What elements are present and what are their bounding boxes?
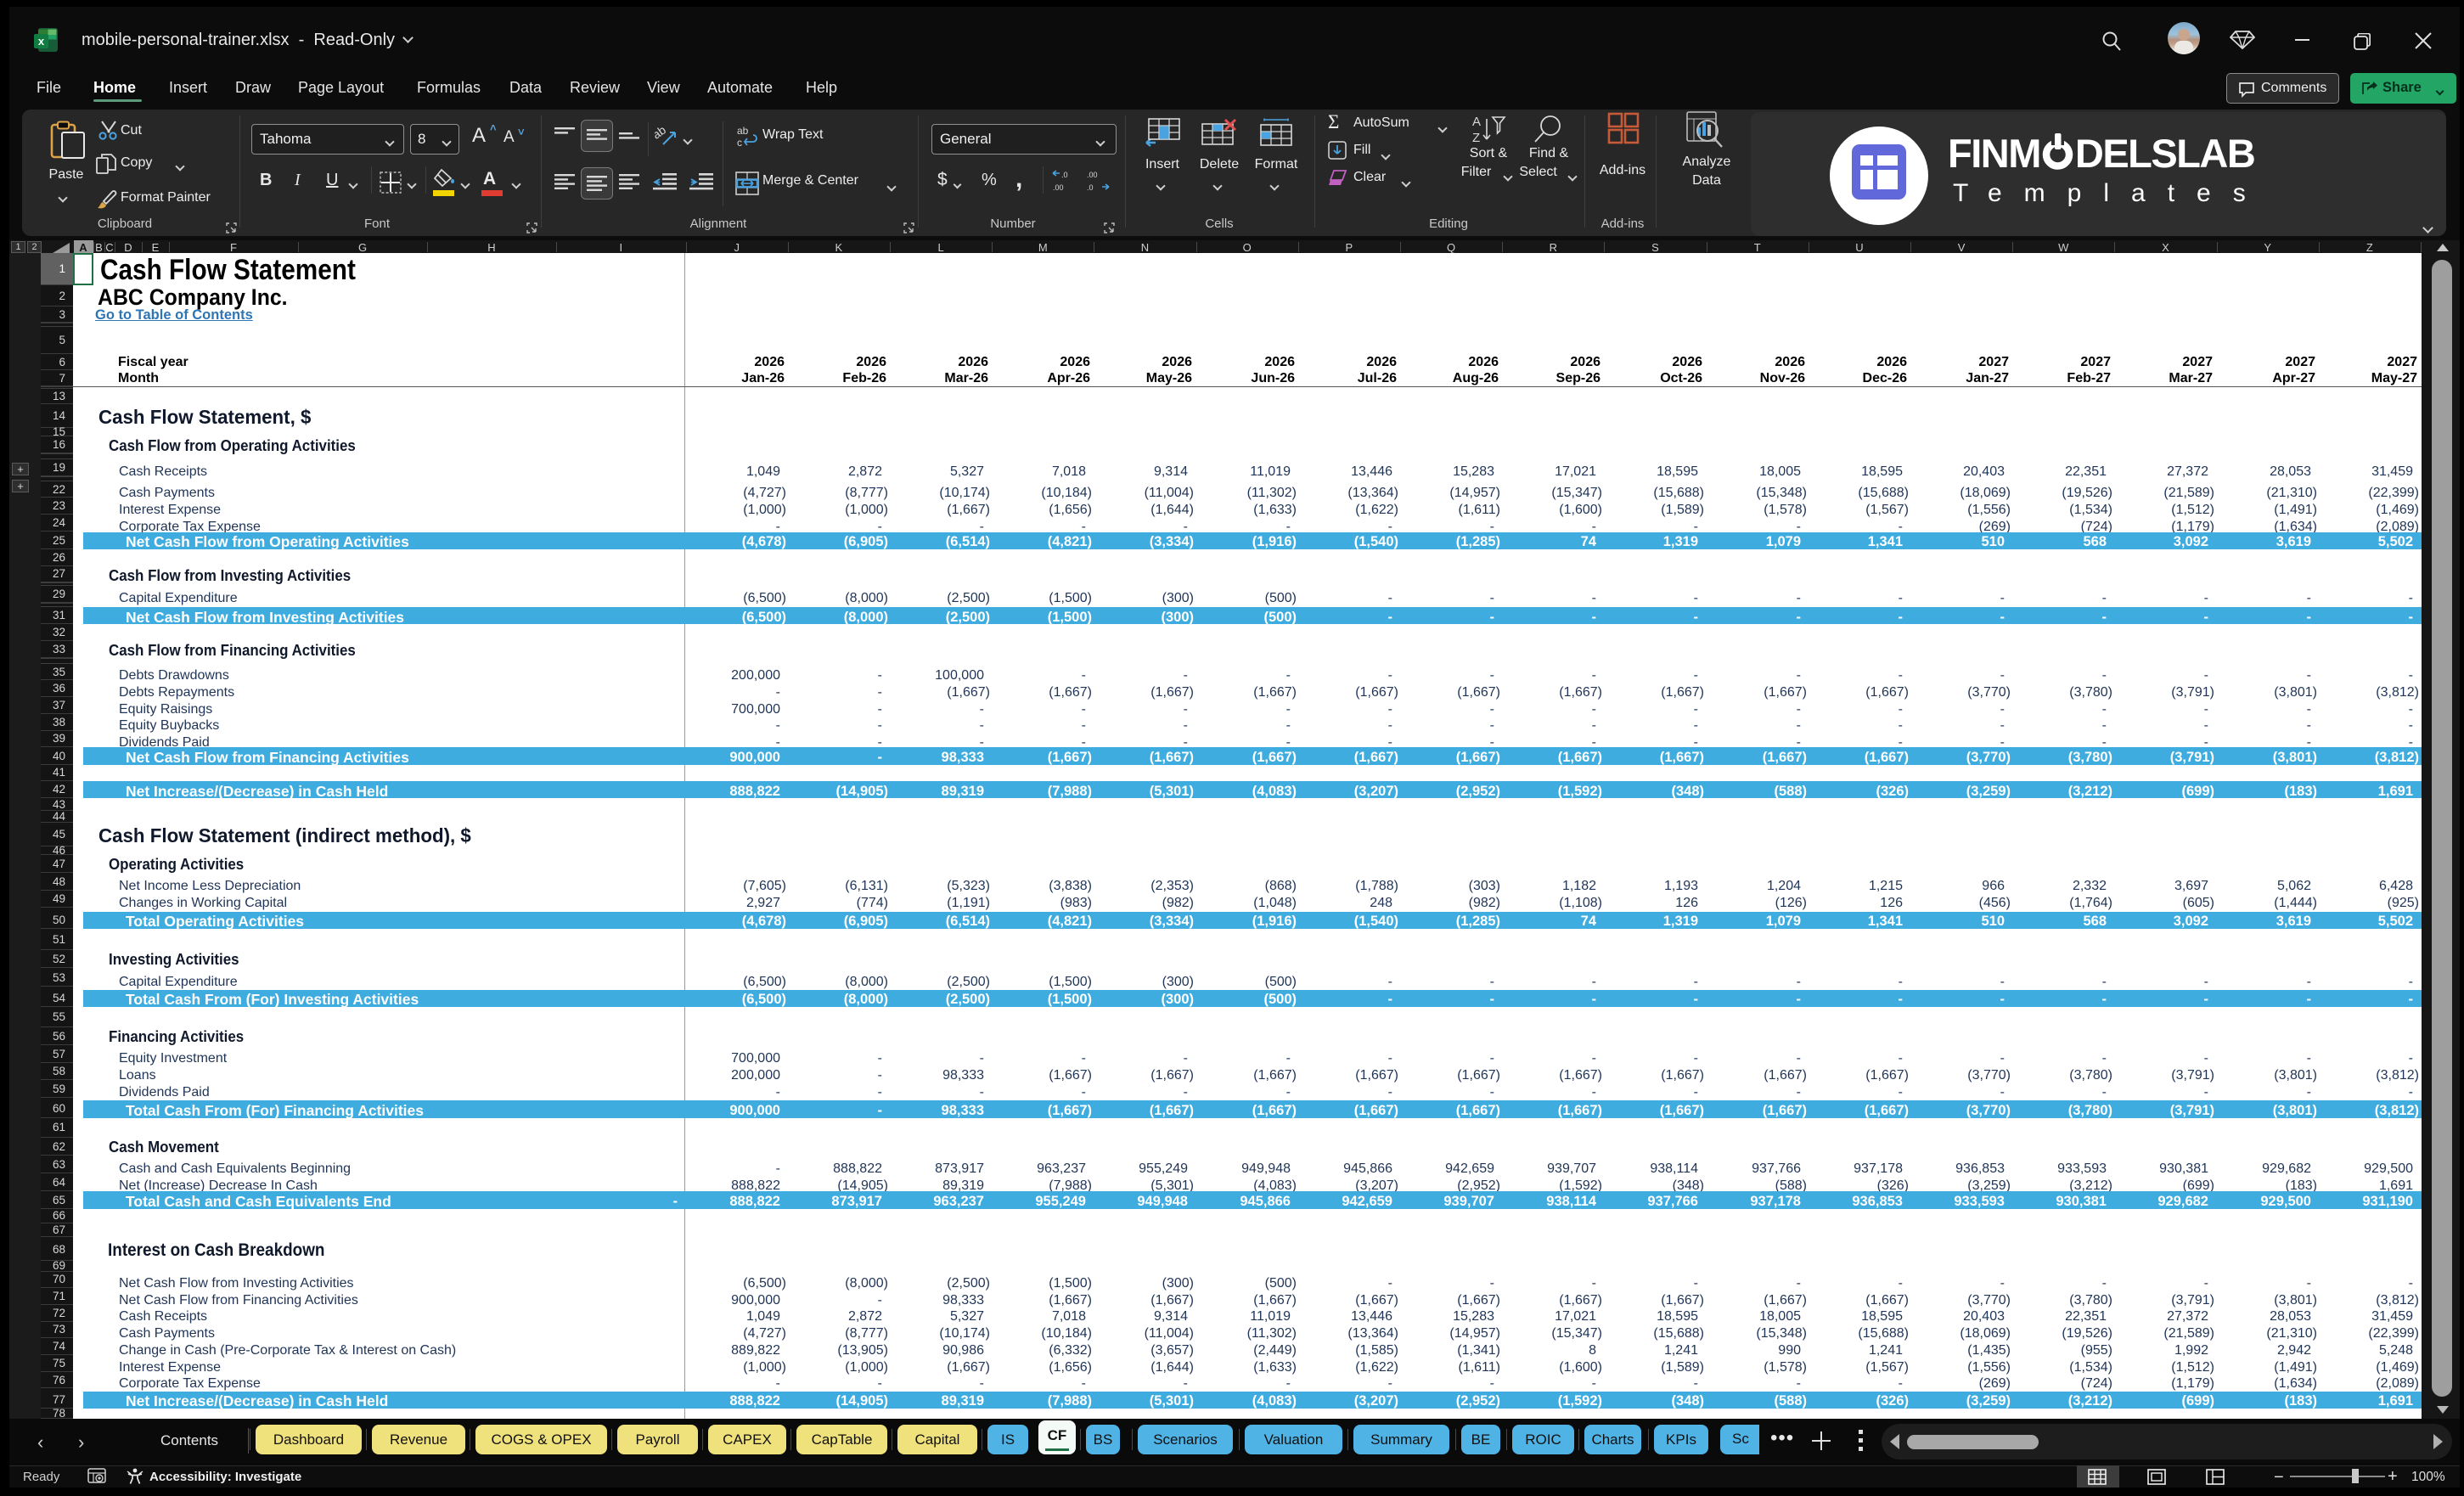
- svg-text:ab: ab: [655, 124, 668, 142]
- svg-text:A: A: [1472, 115, 1481, 129]
- svg-text:.0: .0: [1087, 183, 1094, 192]
- svg-text:.00: .00: [1053, 183, 1064, 192]
- svg-text:Z: Z: [1472, 131, 1480, 144]
- svg-text:.0: .0: [1061, 171, 1068, 179]
- svg-text:c: c: [737, 137, 742, 148]
- svg-text:x: x: [38, 35, 45, 48]
- svg-text:ab: ab: [737, 125, 749, 137]
- svg-text:.00: .00: [1087, 171, 1098, 179]
